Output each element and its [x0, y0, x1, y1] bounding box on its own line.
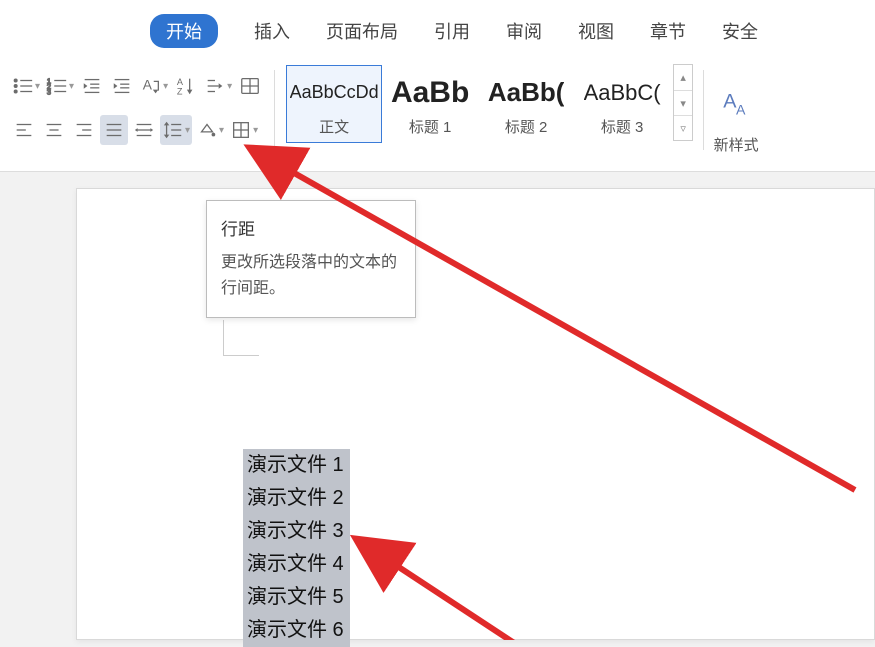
doc-line-4: 演示文件 4: [243, 548, 350, 581]
unordered-list-button[interactable]: ▾: [10, 71, 42, 101]
tab-start[interactable]: 开始: [150, 14, 218, 48]
increase-indent-button[interactable]: [108, 71, 136, 101]
doc-line-5: 演示文件 5: [243, 581, 350, 614]
insert-table-button[interactable]: [236, 71, 264, 101]
tab-safety[interactable]: 安全: [722, 18, 758, 44]
align-justify-button[interactable]: [100, 115, 128, 145]
style-h2-label: 标题 2: [505, 116, 548, 137]
svg-text:A: A: [736, 102, 746, 118]
style-body-label: 正文: [319, 116, 349, 137]
new-style-button[interactable]: AA 新样式: [708, 64, 764, 170]
align-left-button[interactable]: [10, 115, 38, 145]
group-styles: AaBbCcDd 正文 AaBb 标题 1 AaBb( 标题 2 AaBbC( …: [279, 64, 699, 170]
style-gallery: AaBbCcDd 正文 AaBb 标题 1 AaBb( 标题 2 AaBbC( …: [285, 64, 671, 144]
align-center-button[interactable]: [40, 115, 68, 145]
show-marks-button[interactable]: ▾: [202, 71, 234, 101]
line-spacing-tooltip: 行距 更改所选段落中的文本的行间距。: [206, 200, 416, 318]
tooltip-body: 更改所选段落中的文本的行间距。: [221, 250, 401, 301]
doc-line-2: 演示文件 2: [243, 482, 350, 515]
doc-line-1: 演示文件 1: [243, 449, 350, 482]
ordered-list-button[interactable]: 123▾: [44, 71, 76, 101]
tab-reference[interactable]: 引用: [434, 18, 470, 44]
style-scroll-down[interactable]: ▾: [674, 90, 692, 115]
tab-review[interactable]: 审阅: [506, 18, 542, 44]
style-h3-preview: AaBbC(: [584, 72, 661, 114]
document-page[interactable]: [76, 188, 875, 640]
svg-text:Z: Z: [177, 86, 183, 96]
doc-line-6: 演示文件 6: [243, 614, 350, 647]
style-body-preview: AaBbCcDd: [290, 72, 379, 114]
paragraph-mark: [223, 320, 259, 356]
style-h1-preview: AaBb: [391, 72, 469, 114]
style-expand[interactable]: ▿: [674, 115, 692, 140]
decrease-indent-button[interactable]: [78, 71, 106, 101]
borders-button[interactable]: ▾: [228, 115, 260, 145]
ribbon-toolbar: ▾ 123▾ A▾ AZ ▾: [0, 60, 875, 170]
style-h1[interactable]: AaBb 标题 1: [382, 65, 478, 143]
distributed-align-button[interactable]: [130, 115, 158, 145]
group-separator: [274, 70, 275, 150]
svg-text:A: A: [143, 78, 153, 93]
style-h3-label: 标题 3: [601, 116, 644, 137]
style-h1-label: 标题 1: [409, 116, 452, 137]
group-separator-2: [703, 70, 704, 150]
sort-button[interactable]: AZ: [172, 71, 200, 101]
tab-view[interactable]: 视图: [578, 18, 614, 44]
selected-text-block[interactable]: 演示文件 1 演示文件 2 演示文件 3 演示文件 4 演示文件 5 演示文件 …: [243, 449, 350, 647]
text-direction-button[interactable]: A▾: [138, 71, 170, 101]
group-paragraph: ▾ 123▾ A▾ AZ ▾: [4, 64, 270, 170]
style-h2-preview: AaBb(: [488, 72, 565, 114]
style-gallery-scroll: ▴ ▾ ▿: [673, 64, 693, 141]
style-scroll-up[interactable]: ▴: [674, 65, 692, 90]
tab-chapter[interactable]: 章节: [650, 18, 686, 44]
line-spacing-button[interactable]: ▾: [160, 115, 192, 145]
doc-line-3: 演示文件 3: [243, 515, 350, 548]
new-style-label: 新样式: [714, 134, 759, 155]
ribbon-tabs: 开始 插入 页面布局 引用 审阅 视图 章节 安全: [0, 0, 875, 60]
align-right-button[interactable]: [70, 115, 98, 145]
new-style-icon: AA: [719, 86, 753, 128]
tab-insert[interactable]: 插入: [254, 18, 290, 44]
tooltip-title: 行距: [221, 215, 401, 240]
style-h3[interactable]: AaBbC( 标题 3: [574, 65, 670, 143]
style-body[interactable]: AaBbCcDd 正文: [286, 65, 382, 143]
svg-text:3: 3: [47, 87, 51, 96]
ribbon: 开始 插入 页面布局 引用 审阅 视图 章节 安全 ▾ 123▾: [0, 0, 875, 172]
style-h2[interactable]: AaBb( 标题 2: [478, 65, 574, 143]
tab-pagelayout[interactable]: 页面布局: [326, 18, 398, 44]
shading-button[interactable]: ▾: [194, 115, 226, 145]
